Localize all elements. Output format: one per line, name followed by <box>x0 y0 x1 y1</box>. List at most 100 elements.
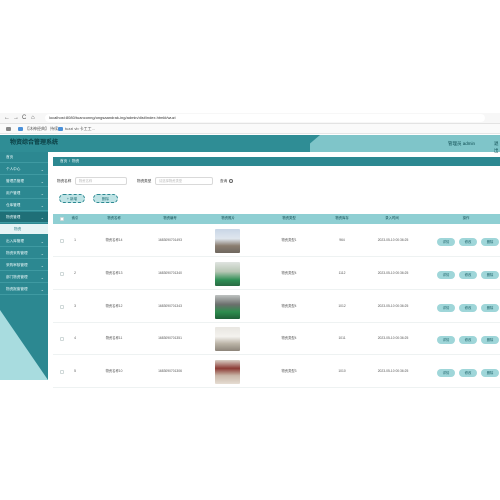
table-row: 3 物资名称12 1683090701343 物资类型4 1012 2023-05-10 … <box>53 291 500 323</box>
cell-time: 2023-05-10 00:36:25 <box>377 271 409 275</box>
bookmarks-bar: 【沐神经典】 持续... tuzzi vb 卡工工... <box>0 124 500 134</box>
cell-type: 物资类型1 <box>281 238 297 242</box>
cell-code: 1683090701343 <box>158 304 182 308</box>
name-label: 物资名称 <box>57 179 72 183</box>
sidebar-subitem-materials[interactable]: 物资 <box>0 224 48 234</box>
col-index: 索引 <box>71 216 79 220</box>
row-checkbox[interactable] <box>60 337 64 341</box>
delete-button[interactable]: 删除 <box>481 238 499 246</box>
sidebar-item-scrap[interactable]: 物资报废管理 ⌄ <box>0 284 48 295</box>
cell-type: 物资类型3 <box>281 369 297 373</box>
select-all-checkbox[interactable] <box>60 217 64 221</box>
reload-icon[interactable]: C <box>22 114 26 123</box>
sidebar-item-admins[interactable]: 管理员管理 ⌄ <box>0 176 48 187</box>
row-checkbox[interactable] <box>60 239 64 243</box>
cell-stock: 1112 <box>338 271 346 275</box>
sidebar-item-borrow[interactable]: 出入库管理 ⌄ <box>0 236 48 247</box>
sidebar-item-users[interactable]: 用户管理 ⌄ <box>0 188 48 199</box>
detail-button[interactable]: 详情 <box>437 304 455 312</box>
cell-code: 1683090701340 <box>158 271 182 275</box>
sidebar-item-materials[interactable]: 物资管理 ⌄ <box>0 212 48 223</box>
breadcrumb-separator: / <box>69 159 70 163</box>
cell-time: 2023-05-10 00:36:25 <box>377 369 409 373</box>
cell-name: 物资名称14 <box>105 238 123 242</box>
delete-button[interactable]: 删除 <box>481 336 499 344</box>
material-photo[interactable] <box>215 360 240 384</box>
chevron-down-icon: ⌄ <box>40 191 44 196</box>
add-button[interactable]: + 新增 <box>59 194 85 203</box>
bookmark-icon <box>58 126 63 131</box>
cell-index: 3 <box>74 304 76 308</box>
sidebar-decoration <box>0 310 48 380</box>
search-button[interactable]: 查询 <box>220 177 227 185</box>
edit-button[interactable]: 修改 <box>459 369 477 377</box>
bookmark-item[interactable]: 【沐神经典】 持续... <box>18 125 61 133</box>
delete-button[interactable]: 删除 <box>481 271 499 279</box>
cell-stock: 1010 <box>338 369 346 373</box>
row-checkbox[interactable] <box>60 272 64 276</box>
col-type: 物资类型 <box>282 216 296 220</box>
row-checkbox[interactable] <box>60 370 64 374</box>
col-code: 物资编号 <box>163 216 177 220</box>
address-bar[interactable]: localhost:8080/tuanconng/ongsaandrak-ing… <box>45 114 485 122</box>
table-row: 2 物资名称13 1683090701340 物资类型4 1112 2023-05-10 … <box>53 258 500 290</box>
table-row: 1 物资名称14 1683090701493 物资类型1 964 2023-05-10 0… <box>53 225 500 257</box>
table-header: 索引 物资名称 物资编号 物资照片 物资类型 物资库存 录入时间 操作 <box>53 214 500 224</box>
chevron-down-icon: ⌄ <box>40 215 44 220</box>
material-photo[interactable] <box>215 262 240 286</box>
screen: ← → C ⌂ localhost:8080/tuanconng/ongsaan… <box>0 0 500 500</box>
cell-index: 4 <box>74 336 76 340</box>
action-bar: + 新增 删除 <box>53 193 500 205</box>
user-name: 管理员 admin <box>448 141 476 146</box>
sidebar-item-warehouse[interactable]: 仓库管理 ⌄ <box>0 200 48 211</box>
cell-stock: 964 <box>339 238 345 242</box>
chevron-down-icon: ⌄ <box>40 251 44 256</box>
home-icon[interactable]: ⌂ <box>31 114 35 123</box>
bookmark-item[interactable]: tuzzi vb 卡工工... <box>58 125 95 133</box>
detail-button[interactable]: 详情 <box>437 238 455 246</box>
cell-stock: 1011 <box>338 336 346 340</box>
sidebar-item-home[interactable]: 首页 <box>0 152 48 163</box>
cell-type: 物资类型4 <box>281 271 297 275</box>
type-select[interactable]: 请选择物资类型 <box>155 177 213 185</box>
material-photo[interactable] <box>215 229 240 253</box>
row-checkbox[interactable] <box>60 305 64 309</box>
batch-delete-button[interactable]: 删除 <box>93 194 118 203</box>
logout-link[interactable]: 退出 <box>494 140 500 154</box>
back-icon[interactable]: ← <box>4 114 10 123</box>
chevron-down-icon: ⌄ <box>40 203 44 208</box>
app-header: 物资综合管理系统 管理员 admin 退出 <box>0 135 500 154</box>
search-icon <box>229 179 233 183</box>
apps-icon[interactable] <box>6 125 13 133</box>
forward-icon[interactable]: → <box>13 114 19 123</box>
edit-button[interactable]: 修改 <box>459 336 477 344</box>
delete-button[interactable]: 删除 <box>481 304 499 312</box>
material-photo[interactable] <box>215 327 240 351</box>
cell-time: 2023-05-10 00:36:25 <box>377 336 409 340</box>
sidebar-item-dept[interactable]: 部门物资管理 ⌄ <box>0 272 48 283</box>
bookmark-icon <box>18 126 23 131</box>
table-row: 5 物资名称10 1683090701306 物资类型3 1010 2023-05-10 … <box>53 356 500 388</box>
breadcrumb: 首页 / 物资 <box>53 157 500 166</box>
chevron-down-icon: ⌄ <box>40 167 44 172</box>
detail-button[interactable]: 详情 <box>437 271 455 279</box>
name-search-input[interactable]: 物资名称 <box>75 177 127 185</box>
breadcrumb-current: 物资 <box>72 159 80 163</box>
edit-button[interactable]: 修改 <box>459 238 477 246</box>
app-title: 物资综合管理系统 <box>10 140 59 146</box>
cell-stock: 1012 <box>338 304 346 308</box>
material-photo[interactable] <box>215 295 240 319</box>
detail-button[interactable]: 详情 <box>437 369 455 377</box>
cell-name: 物资名称13 <box>105 271 123 275</box>
edit-button[interactable]: 修改 <box>459 304 477 312</box>
breadcrumb-home[interactable]: 首页 <box>60 159 67 164</box>
cell-index: 2 <box>74 271 76 275</box>
col-name: 物资名称 <box>107 216 121 220</box>
edit-button[interactable]: 修改 <box>459 271 477 279</box>
sidebar-item-audit[interactable]: 采购审核管理 ⌄ <box>0 260 48 271</box>
delete-button[interactable]: 删除 <box>481 369 499 377</box>
sidebar-item-profile[interactable]: 个人中心 ⌄ <box>0 164 48 175</box>
sidebar-item-purchase[interactable]: 物资采购管理 ⌄ <box>0 248 48 259</box>
detail-button[interactable]: 详情 <box>437 336 455 344</box>
cell-time: 2023-05-10 00:36:25 <box>377 238 409 242</box>
